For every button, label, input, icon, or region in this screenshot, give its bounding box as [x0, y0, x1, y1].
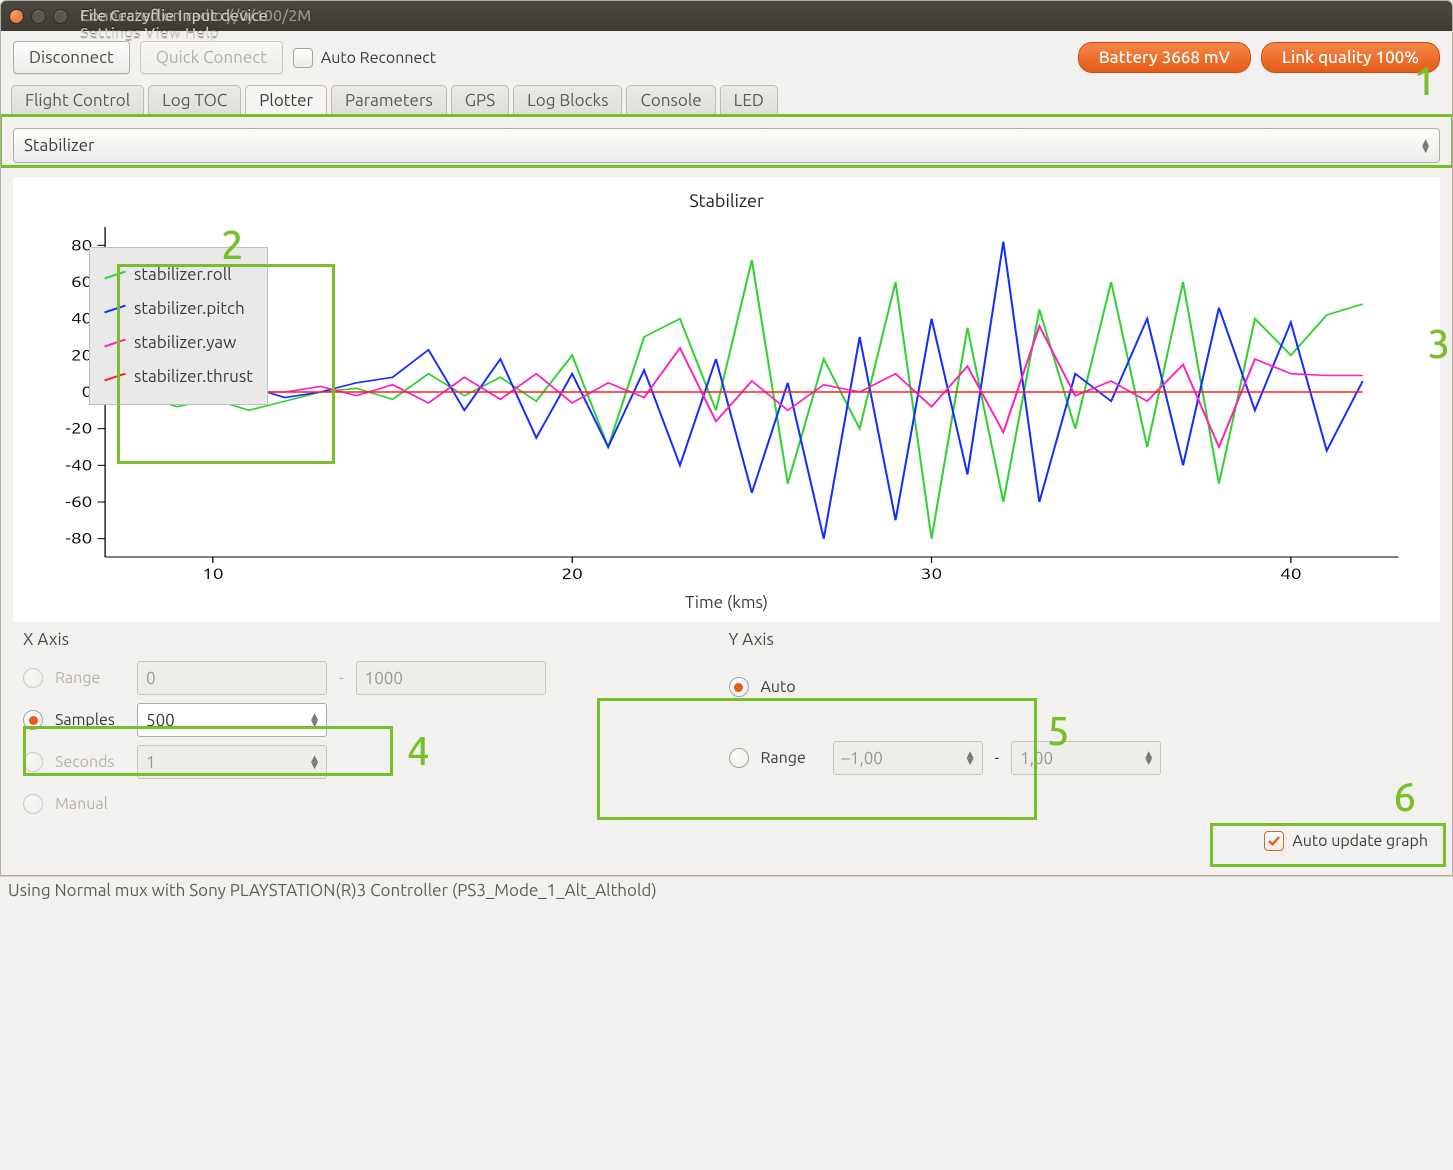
tab-gps[interactable]: GPS: [451, 85, 509, 115]
tab-console[interactable]: Console: [626, 85, 715, 115]
close-icon[interactable]: [9, 9, 24, 24]
svg-text:-80: -80: [65, 531, 92, 548]
disconnect-button[interactable]: Disconnect: [13, 41, 130, 74]
legend-line-icon: [104, 271, 126, 280]
log-group-selector[interactable]: Stabilizer ▲▼: [13, 128, 1440, 163]
quick-connect-button: Quick Connect: [140, 41, 283, 74]
xaxis-seconds-radio: [23, 752, 43, 772]
tab-bar: Flight ControlLog TOCPlotterParametersGP…: [1, 84, 1452, 116]
plot-title: Stabilizer: [29, 185, 1424, 217]
title-bar[interactable]: Connected on radio://0/100/2M File Crazy…: [1, 1, 1452, 31]
legend-item[interactable]: stabilizer.pitch: [104, 292, 253, 326]
svg-text:30: 30: [921, 566, 942, 583]
legend-line-icon: [104, 373, 126, 382]
xaxis-samples-input[interactable]: 500 ▲▼: [137, 703, 327, 737]
yaxis-auto-radio[interactable]: [729, 677, 749, 697]
spinner-icon[interactable]: ▲▼: [311, 713, 318, 727]
tab-plotter[interactable]: Plotter: [245, 85, 327, 116]
svg-text:-40: -40: [65, 457, 92, 474]
plot-legend[interactable]: stabilizer.rollstabilizer.pitchstabilize…: [89, 247, 268, 405]
tab-log-toc[interactable]: Log TOC: [148, 85, 241, 115]
minimize-icon[interactable]: [31, 9, 46, 24]
xaxis-range-label: Range: [55, 669, 125, 687]
tab-flight-control[interactable]: Flight Control: [11, 85, 144, 115]
legend-label: stabilizer.pitch: [134, 292, 245, 326]
checkmark-icon: [1268, 835, 1280, 847]
auto-update-label: Auto update graph: [1292, 832, 1428, 850]
xaxis-samples-label: Samples: [55, 711, 125, 729]
legend-label: stabilizer.yaw: [134, 326, 236, 360]
tab-log-blocks[interactable]: Log Blocks: [513, 85, 622, 115]
svg-text:10: 10: [202, 566, 223, 583]
legend-item[interactable]: stabilizer.thrust: [104, 360, 253, 394]
xaxis-range-from-input: 0: [137, 661, 327, 695]
battery-pill: Battery 3668 mV: [1078, 42, 1251, 73]
svg-text:-60: -60: [65, 494, 92, 511]
yaxis-range-to-input: 1,00▲▼: [1011, 741, 1161, 775]
svg-text:-20: -20: [65, 421, 92, 438]
xaxis-range-to-input: 1000: [356, 661, 546, 695]
legend-item[interactable]: stabilizer.yaw: [104, 326, 253, 360]
legend-label: stabilizer.thrust: [134, 360, 253, 394]
auto-reconnect-checkbox[interactable]: [293, 48, 313, 68]
yaxis-range-radio[interactable]: [729, 748, 749, 768]
xaxis-seconds-label: Seconds: [55, 753, 125, 771]
xaxis-column: X Axis Range 0 - 1000 Samples 500 ▲▼: [23, 630, 725, 825]
legend-item[interactable]: stabilizer.roll: [104, 258, 253, 292]
svg-text:20: 20: [561, 566, 582, 583]
app-window: Connected on radio://0/100/2M File Crazy…: [0, 0, 1453, 876]
legend-label: stabilizer.roll: [134, 258, 232, 292]
status-bar: Using Normal mux with Sony PLAYSTATION(R…: [0, 876, 1453, 904]
legend-line-icon: [104, 339, 126, 348]
xaxis-manual-radio: [23, 794, 43, 814]
plot-xlabel: Time (kms): [29, 587, 1424, 612]
yaxis-column: Y Axis Auto Range –1,00▲▼ - 1,00▲▼: [729, 630, 1431, 825]
auto-update-checkbox[interactable]: [1264, 831, 1284, 851]
xaxis-seconds-input: 1 ▲▼: [137, 745, 327, 779]
tab-parameters[interactable]: Parameters: [331, 85, 447, 115]
log-group-value: Stabilizer: [24, 136, 94, 155]
legend-line-icon: [104, 305, 126, 314]
window-menu-overlay[interactable]: File Crazyflie Input device Settings Vie…: [80, 7, 311, 43]
auto-reconnect-label: Auto Reconnect: [321, 49, 436, 67]
xaxis-title: X Axis: [23, 630, 725, 649]
xaxis-manual-label: Manual: [55, 795, 108, 813]
link-quality-pill: Link quality 100%: [1261, 42, 1440, 73]
plotter-panel: Stabilizer ▲▼ Stabilizer -80 -60 -40 -20 0 20…: [1, 116, 1452, 875]
yaxis-range-label: Range: [761, 749, 821, 767]
xaxis-samples-radio[interactable]: [23, 710, 43, 730]
tab-led[interactable]: LED: [720, 85, 778, 115]
dropdown-arrows-icon: ▲▼: [1422, 139, 1429, 153]
yaxis-title: Y Axis: [729, 630, 1431, 649]
axes-controls: X Axis Range 0 - 1000 Samples 500 ▲▼: [13, 622, 1440, 825]
xaxis-range-radio: [23, 668, 43, 688]
yaxis-range-from-input: –1,00▲▼: [833, 741, 983, 775]
maximize-icon[interactable]: [53, 9, 68, 24]
svg-text:40: 40: [1280, 566, 1301, 583]
yaxis-auto-label: Auto: [761, 678, 796, 696]
plot-area: Stabilizer -80-60-40-2002040608010203040…: [13, 177, 1440, 622]
